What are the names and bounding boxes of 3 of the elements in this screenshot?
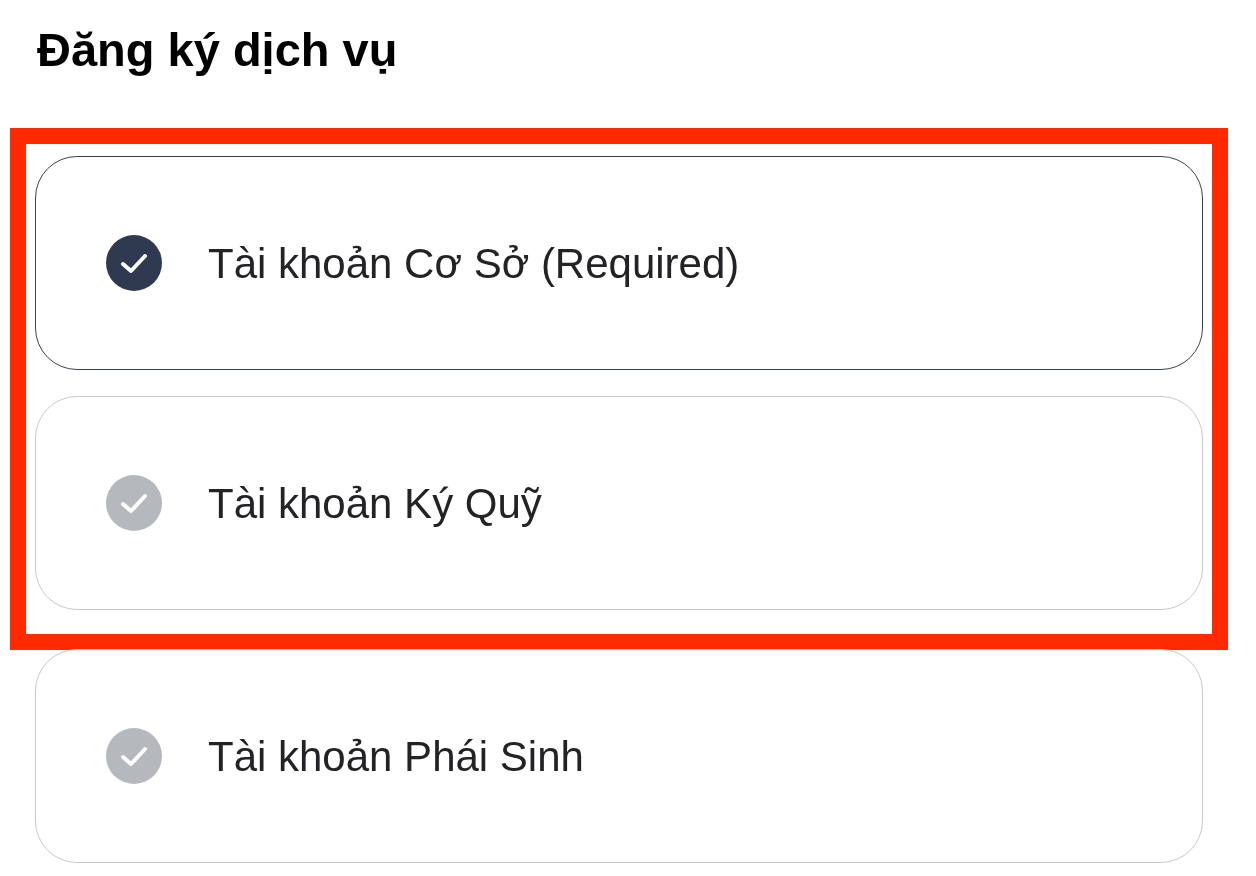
service-option[interactable]: Tài khoản Phái Sinh	[35, 649, 1203, 863]
service-option[interactable]: Tài khoản Ký Quỹ	[35, 396, 1203, 610]
service-option[interactable]: Tài khoản Cơ Sở (Required)	[35, 156, 1203, 370]
